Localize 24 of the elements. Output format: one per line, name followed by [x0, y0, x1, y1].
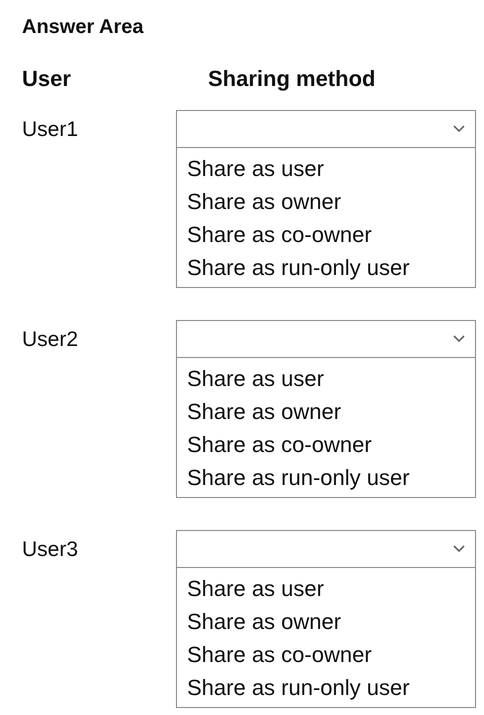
user-label: User3: [22, 537, 80, 562]
dropdown-option[interactable]: Share as owner: [187, 605, 465, 638]
column-header: User: [22, 66, 72, 93]
dropdown-option[interactable]: Share as user: [187, 572, 465, 605]
user-label: User2: [22, 327, 80, 352]
dropdown-option[interactable]: Share as owner: [187, 185, 465, 218]
chevron-down-icon: [453, 545, 465, 553]
dropdown-option[interactable]: Share as owner: [187, 395, 465, 428]
dropdown[interactable]: [176, 110, 476, 148]
dropdown-option[interactable]: Share as run-only user: [187, 251, 465, 284]
dropdown-option[interactable]: Share as run-only user: [187, 461, 465, 494]
dropdown-option[interactable]: Share as co-owner: [187, 638, 465, 671]
dropdown-option[interactable]: Share as user: [187, 152, 465, 185]
dropdown-option[interactable]: Share as user: [187, 362, 465, 395]
chevron-down-icon: [453, 335, 465, 343]
dropdown-option[interactable]: Share as co-owner: [187, 428, 465, 461]
answer-area-title: Answer Area: [22, 16, 145, 40]
dropdown-option[interactable]: Share as co-owner: [187, 218, 465, 251]
dropdown-option[interactable]: Share as run-only user: [187, 671, 465, 704]
dropdown[interactable]: [176, 320, 476, 358]
user-label: User1: [22, 117, 80, 142]
dropdown[interactable]: [176, 530, 476, 568]
column-header: Sharing method: [208, 66, 376, 93]
chevron-down-icon: [453, 125, 465, 133]
